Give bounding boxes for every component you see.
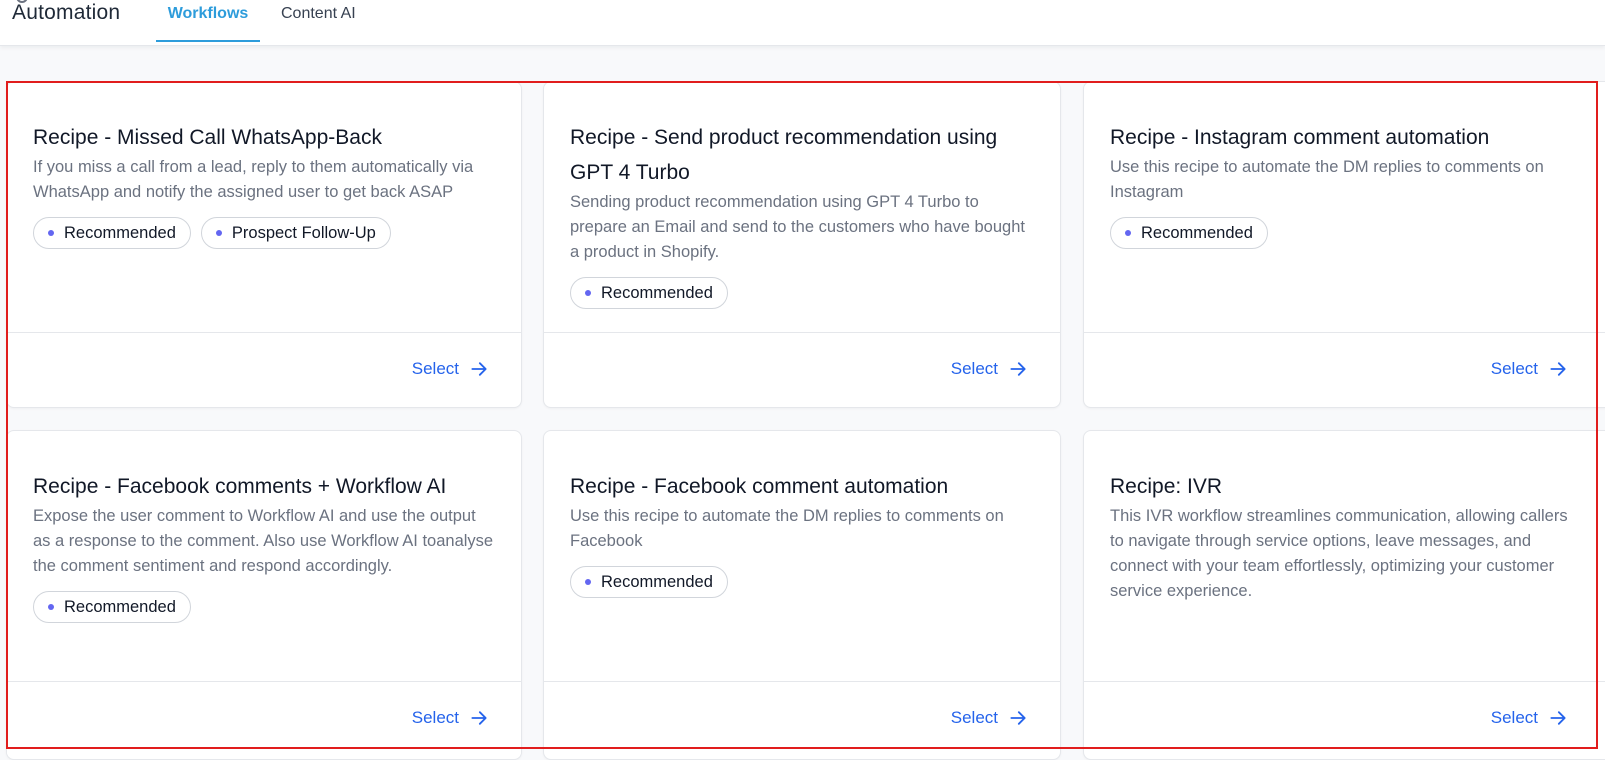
arrow-right-icon — [1550, 362, 1566, 376]
page-title: Automation — [12, 1, 121, 24]
tab-workflows[interactable]: Workflows — [156, 0, 260, 42]
tag-prospect-follow-up: Prospect Follow-Up — [200, 217, 391, 249]
select-button[interactable]: Select — [951, 359, 1028, 379]
dot-icon — [48, 604, 54, 610]
card-description: If you miss a call from a lead, reply to… — [33, 158, 474, 201]
select-label: Select — [1490, 708, 1538, 727]
tag-list: Recommended — [570, 277, 1034, 309]
select-button[interactable]: Select — [412, 359, 489, 379]
arrow-right-icon — [471, 711, 487, 725]
select-button[interactable]: Select — [412, 708, 489, 728]
tag-recommended: Recommended — [570, 566, 728, 598]
tag-list: Recommended — [570, 566, 1034, 598]
tag-label: Recommended — [1141, 223, 1253, 242]
tag-list: Recommended — [1110, 217, 1586, 249]
tag-label: Recommended — [64, 597, 176, 616]
select-label: Select — [411, 708, 459, 727]
card-footer: Select — [1084, 681, 1605, 757]
recipe-card[interactable]: Recipe - Instagram comment automation Us… — [1083, 81, 1605, 408]
card-title: Recipe - Missed Call WhatsApp-Back — [33, 126, 382, 149]
dot-icon — [215, 230, 222, 236]
card-footer: Select — [544, 681, 1060, 757]
select-button[interactable]: Select — [951, 708, 1028, 728]
card-description: This IVR workflow streamlines communicat… — [1110, 507, 1568, 600]
tag-label: Prospect Follow-Up — [231, 223, 376, 242]
card-title: Recipe - Send product recommendation usi… — [570, 126, 998, 184]
tab-content-ai[interactable]: Content AI — [281, 0, 356, 42]
card-description: Sending product recommendation using GPT… — [570, 193, 1025, 261]
card-title: Recipe - Facebook comment automation — [570, 475, 949, 498]
card-title: Recipe - Facebook comments + Workflow AI — [33, 475, 447, 498]
top-navigation: Automation Workflows Content AI — [0, 0, 1605, 46]
card-footer: Select — [7, 681, 521, 757]
card-footer: Select — [7, 332, 521, 407]
dot-icon — [585, 579, 591, 585]
recipe-grid: Recipe - Missed Call WhatsApp-Back If yo… — [0, 0, 1605, 760]
arrow-right-icon — [1010, 362, 1026, 376]
tag-label: Recommended — [601, 572, 713, 591]
tag-recommended: Recommended — [33, 217, 191, 249]
tag-label: Recommended — [64, 223, 176, 242]
card-footer: Select — [544, 332, 1060, 407]
select-label: Select — [411, 359, 459, 378]
dot-icon — [585, 290, 591, 296]
recipe-card[interactable]: Recipe - Facebook comments + Workflow AI… — [6, 430, 522, 760]
select-button[interactable]: Select — [1491, 359, 1568, 379]
recipe-card[interactable]: Recipe: IVR This IVR workflow streamline… — [1083, 430, 1605, 760]
tag-list: Recommended — [33, 591, 495, 623]
recipe-card[interactable]: Recipe - Missed Call WhatsApp-Back If yo… — [6, 81, 522, 408]
tag-recommended: Recommended — [1110, 217, 1268, 249]
select-label: Select — [1490, 359, 1538, 378]
select-button[interactable]: Select — [1491, 708, 1568, 728]
card-title: Recipe - Instagram comment automation — [1110, 126, 1490, 149]
recipe-card[interactable]: Recipe - Send product recommendation usi… — [543, 81, 1061, 408]
tag-label: Recommended — [601, 283, 713, 302]
tag-recommended: Recommended — [33, 591, 191, 623]
select-label: Select — [950, 359, 998, 378]
tag-recommended: Recommended — [570, 277, 728, 309]
arrow-right-icon — [1550, 711, 1566, 725]
arrow-right-icon — [1010, 711, 1026, 725]
dot-icon — [48, 230, 54, 236]
card-description: Use this recipe to automate the DM repli… — [570, 507, 1004, 550]
recipe-card[interactable]: Recipe - Facebook comment automation Use… — [543, 430, 1061, 760]
card-title: Recipe: IVR — [1110, 475, 1223, 498]
card-description: Use this recipe to automate the DM repli… — [1110, 158, 1544, 201]
dot-icon — [1125, 230, 1131, 236]
card-description: Expose the user comment to Workflow AI a… — [33, 507, 494, 575]
tag-list: Recommended Prospect Follow-Up — [33, 217, 495, 249]
select-label: Select — [950, 708, 998, 727]
card-footer: Select — [1084, 332, 1605, 407]
arrow-right-icon — [471, 362, 487, 376]
